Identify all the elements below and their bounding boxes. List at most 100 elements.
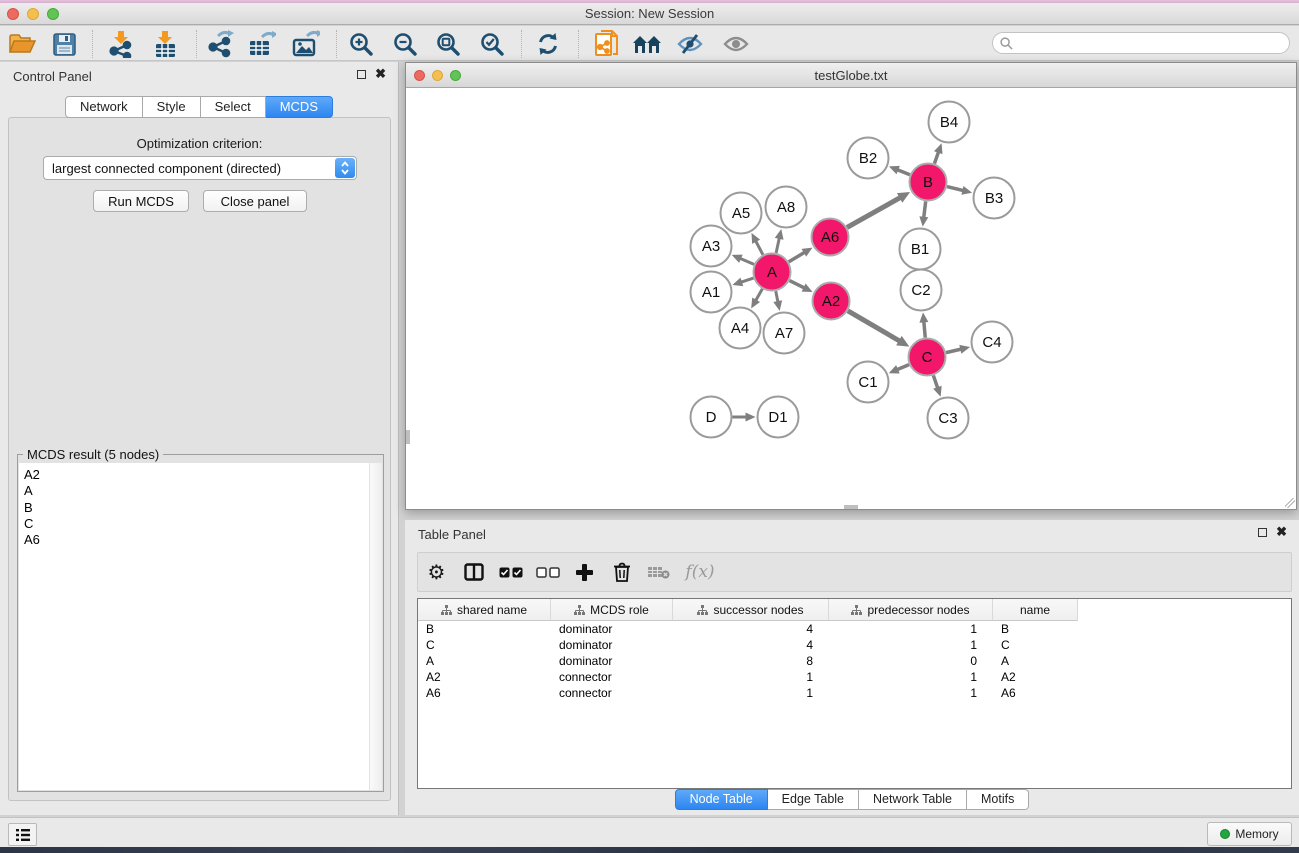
- search-field[interactable]: [992, 32, 1290, 54]
- graph-edge-A-A3[interactable]: [739, 258, 754, 265]
- column-header-label: shared name: [457, 603, 527, 617]
- status-log-button[interactable]: [8, 823, 37, 846]
- mcds-result-items: A2ABCA6: [19, 463, 382, 548]
- tab-node-table[interactable]: Node Table: [675, 789, 768, 810]
- zoom-in-button[interactable]: [342, 29, 380, 59]
- zoom-selected-button[interactable]: [473, 29, 511, 59]
- graph-edge-A6-B[interactable]: [847, 196, 902, 227]
- mcds-result-list[interactable]: A2ABCA6: [19, 463, 382, 790]
- graph-edge-A-A6[interactable]: [789, 251, 806, 261]
- graph-edge-A-A2[interactable]: [790, 281, 806, 289]
- zoom-out-button[interactable]: [386, 29, 424, 59]
- mcds-result-item[interactable]: A6: [19, 532, 382, 548]
- export-network-button[interactable]: [201, 29, 239, 59]
- first-neighbors-button[interactable]: [628, 29, 666, 59]
- import-table-button[interactable]: [146, 29, 184, 59]
- graph-node-label-D: D: [706, 409, 717, 426]
- column-header-label: MCDS role: [590, 603, 649, 617]
- close-panel-icon[interactable]: ✖: [375, 69, 386, 79]
- graph-edge-A2-C[interactable]: [848, 311, 902, 342]
- toolbar-separator: [336, 30, 337, 58]
- close-table-panel-icon[interactable]: ✖: [1276, 527, 1287, 537]
- table-row[interactable]: Cdominator41C: [418, 637, 1291, 653]
- graph-node-label-A7: A7: [775, 325, 793, 342]
- hide-selected-button[interactable]: [671, 29, 709, 59]
- tab-style[interactable]: Style: [143, 96, 201, 118]
- new-network-from-selection-button[interactable]: [588, 29, 626, 59]
- graph-node-label-D1: D1: [768, 409, 787, 426]
- import-network-button[interactable]: [102, 29, 140, 59]
- column-header-successor-nodes[interactable]: successor nodes: [673, 599, 829, 621]
- column-layout-button[interactable]: [455, 555, 492, 589]
- run-mcds-button[interactable]: Run MCDS: [93, 190, 189, 212]
- show-all-button[interactable]: [717, 29, 755, 59]
- graph-edge-C-C4[interactable]: [946, 349, 963, 353]
- export-image-icon: [292, 30, 320, 58]
- open-file-button[interactable]: [3, 29, 41, 59]
- mcds-result-item[interactable]: A2: [19, 467, 382, 483]
- table-row[interactable]: A6connector11A6: [418, 685, 1291, 701]
- graph-edge-A-A8[interactable]: [776, 236, 780, 253]
- mcds-result-item[interactable]: B: [19, 500, 382, 516]
- tab-edge-table[interactable]: Edge Table: [768, 789, 859, 810]
- tab-network-table[interactable]: Network Table: [859, 789, 967, 810]
- attribute-tree-icon: [851, 605, 862, 615]
- table-panel: Table Panel ✖ ⚙: [405, 520, 1299, 815]
- table-cell: 4: [673, 637, 829, 653]
- resize-grip[interactable]: [1285, 498, 1295, 508]
- control-panel: Control Panel ✖ Network Style Select MCD…: [0, 62, 399, 815]
- vertical-scroll-nub[interactable]: [406, 430, 410, 444]
- search-input[interactable]: [1017, 34, 1289, 52]
- graph-node-label-B4: B4: [940, 114, 958, 131]
- column-header-MCDS-role[interactable]: MCDS role: [551, 599, 673, 621]
- refresh-button[interactable]: [529, 29, 567, 59]
- delete-column-button[interactable]: [603, 555, 640, 589]
- dropdown-spinner-icon[interactable]: [335, 158, 355, 178]
- float-panel-icon[interactable]: [357, 70, 366, 79]
- tab-select[interactable]: Select: [201, 96, 266, 118]
- column-header-predecessor-nodes[interactable]: predecessor nodes: [829, 599, 993, 621]
- tab-motifs[interactable]: Motifs: [967, 789, 1029, 810]
- column-header-label: name: [1020, 603, 1050, 617]
- graph-edge-B-B3[interactable]: [947, 187, 965, 191]
- columns-icon: [464, 563, 484, 581]
- column-header-name[interactable]: name: [993, 599, 1078, 621]
- network-canvas[interactable]: B4B2BB3A8A5A6A3B1AC2A1A2A4A7C4CC1DD1C3: [406, 88, 1296, 509]
- table-row[interactable]: Adominator80A: [418, 653, 1291, 669]
- control-panel-header: Control Panel ✖: [0, 62, 398, 90]
- horizontal-scroll-nub[interactable]: [844, 505, 858, 509]
- tab-network[interactable]: Network: [65, 96, 143, 118]
- app-titlebar: Session: New Session: [0, 3, 1299, 25]
- graph-node-label-B2: B2: [859, 150, 877, 167]
- table-row[interactable]: Bdominator41B: [418, 621, 1291, 637]
- save-session-button[interactable]: [45, 29, 83, 59]
- graph-edge-B-B1[interactable]: [924, 201, 926, 219]
- export-image-button[interactable]: [287, 29, 325, 59]
- criterion-dropdown[interactable]: largest connected component (directed): [43, 156, 357, 180]
- graph-node-label-C: C: [922, 349, 933, 366]
- graph-node-label-A1: A1: [702, 284, 720, 301]
- mcds-result-item[interactable]: A: [19, 483, 382, 499]
- export-table-button[interactable]: [243, 29, 281, 59]
- zoom-fit-button[interactable]: [429, 29, 467, 59]
- graph-node-label-A4: A4: [731, 320, 749, 337]
- deselect-all-button[interactable]: [529, 555, 566, 589]
- houses-icon: [632, 33, 662, 55]
- node-table[interactable]: shared name MCDS role successor nodesprede…: [417, 598, 1292, 789]
- main-toolbar: [0, 26, 1299, 61]
- select-all-button[interactable]: [492, 555, 529, 589]
- float-table-panel-icon[interactable]: [1258, 528, 1267, 537]
- network-window-titlebar[interactable]: testGlobe.txt: [406, 63, 1296, 88]
- table-row[interactable]: A2connector11A2: [418, 669, 1291, 685]
- result-scrollbar[interactable]: [369, 463, 382, 790]
- memory-button[interactable]: Memory: [1207, 822, 1292, 846]
- table-cell: C: [993, 637, 1078, 653]
- column-header-shared-name[interactable]: shared name: [418, 599, 551, 621]
- close-panel-button[interactable]: Close panel: [203, 190, 307, 212]
- graph-edge-A-A5[interactable]: [755, 240, 763, 255]
- tab-mcds[interactable]: MCDS: [266, 96, 333, 118]
- mcds-result-item[interactable]: C: [19, 516, 382, 532]
- table-settings-button[interactable]: ⚙: [418, 555, 455, 589]
- add-column-button[interactable]: [566, 555, 603, 589]
- graph-edge-C-C2[interactable]: [924, 320, 926, 338]
